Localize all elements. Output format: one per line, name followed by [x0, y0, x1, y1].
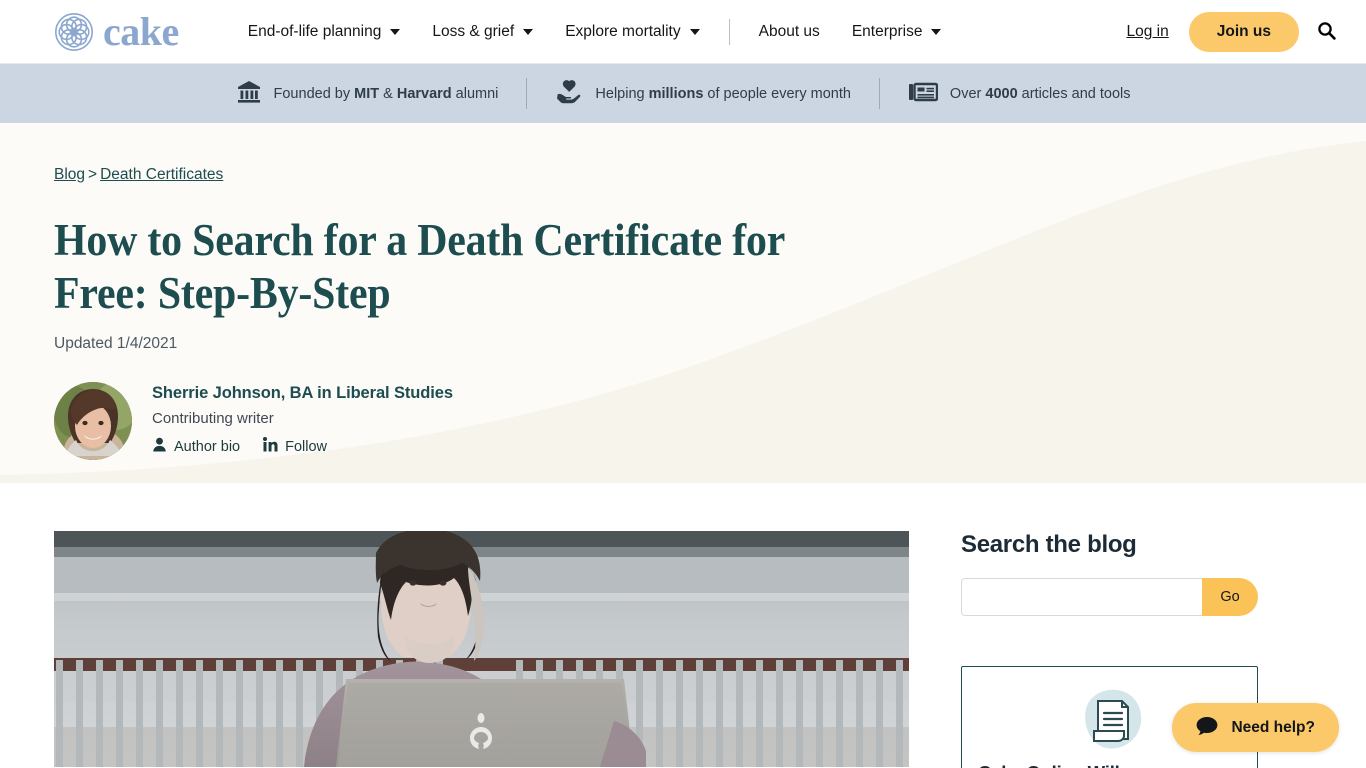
author-details: Sherrie Johnson, BA in Liberal Studies C…: [152, 382, 453, 456]
updated-date: Updated 1/4/2021: [54, 335, 178, 353]
search-blog-heading: Search the blog: [961, 531, 1137, 558]
trust-item-reach: Helping millions of people every month: [555, 79, 851, 109]
nav-item-end-of-life-planning[interactable]: End-of-life planning: [232, 23, 417, 41]
nav-item-explore-mortality[interactable]: Explore mortality: [549, 23, 715, 41]
author-role: Contributing writer: [152, 410, 274, 428]
author-bio-label: Author bio: [174, 438, 241, 455]
search-input[interactable]: [961, 578, 1202, 616]
hero-content: Blog > Death Certificates How to Search fo…: [0, 123, 1366, 461]
cake-logo-mark-icon: [54, 12, 94, 52]
follow-label: Follow: [285, 438, 328, 455]
trust-divider: [526, 78, 528, 109]
breadcrumb-separator: >: [88, 166, 98, 183]
hero-section: Blog > Death Certificates How to Search fo…: [0, 123, 1366, 483]
trust-item-founders: Founded by MIT & Harvard alumni: [236, 79, 499, 109]
search-icon: [1317, 21, 1336, 43]
search-go-button[interactable]: Go: [1202, 578, 1258, 616]
nav-label: Explore mortality: [565, 22, 681, 40]
chevron-down-icon: [931, 28, 942, 35]
nav-label: End-of-life planning: [247, 22, 382, 40]
cake-logo[interactable]: cake: [54, 8, 179, 54]
avatar: [54, 382, 132, 461]
page-title: How to Search for a Death Certificate fo…: [54, 215, 785, 318]
chevron-down-icon: [390, 28, 401, 35]
header-actions: Log in Join us: [1127, 11, 1347, 52]
heart-in-hand-icon: [555, 79, 583, 109]
nav-item-enterprise[interactable]: Enterprise: [836, 23, 958, 41]
chevron-down-icon: [523, 28, 534, 35]
articles-icon: [908, 81, 939, 107]
nav-label: Loss & grief: [432, 22, 515, 40]
author-block: Sherrie Johnson, BA in Liberal Studies C…: [54, 382, 1366, 461]
chat-bubble-icon: [1196, 716, 1218, 739]
trust-text: Over 4000 articles and tools: [949, 85, 1131, 102]
nav-label: About us: [758, 22, 820, 40]
breadcrumb-link-death-certificates[interactable]: Death Certificates: [100, 166, 223, 183]
trust-text: Helping millions of people every month: [595, 85, 851, 102]
article-column: [54, 531, 909, 767]
breadcrumb: Blog > Death Certificates: [54, 166, 1366, 184]
chevron-down-icon: [689, 28, 700, 35]
follow-link[interactable]: Follow: [263, 437, 327, 456]
header-search-button[interactable]: [1299, 15, 1346, 49]
promo-title: Cake Online Will: [978, 762, 1241, 768]
site-header: cake End-of-life planning Loss & grief E…: [0, 0, 1366, 64]
nav-item-loss-and-grief[interactable]: Loss & grief: [416, 23, 549, 41]
scroll-document-icon: [1076, 685, 1144, 758]
trust-item-articles: Over 4000 articles and tools: [908, 81, 1131, 107]
breadcrumb-link-blog[interactable]: Blog: [54, 166, 85, 183]
need-help-chat-button[interactable]: Need help?: [1172, 703, 1339, 752]
main-navigation: End-of-life planning Loss & grief Explor…: [232, 18, 958, 45]
nav-label: Enterprise: [851, 22, 923, 40]
nav-divider: [728, 18, 730, 45]
trust-bar: Founded by MIT & Harvard alumni Helping …: [0, 64, 1366, 123]
article-hero-image: [54, 531, 909, 767]
linkedin-icon: [263, 437, 278, 456]
author-name: Sherrie Johnson, BA in Liberal Studies: [152, 384, 453, 403]
trust-divider: [878, 78, 880, 109]
person-icon: [152, 437, 167, 456]
author-bio-link[interactable]: Author bio: [152, 437, 240, 456]
bank-icon: [236, 79, 262, 109]
nav-item-about-us[interactable]: About us: [743, 23, 836, 41]
cake-logo-text: cake: [103, 8, 179, 54]
trust-text: Founded by MIT & Harvard alumni: [273, 85, 499, 102]
page-content: Search the blog Go: [0, 483, 1366, 768]
login-link[interactable]: Log in: [1127, 23, 1169, 41]
author-links: Author bio Follow: [152, 437, 453, 456]
chat-label: Need help?: [1231, 718, 1315, 736]
join-us-button[interactable]: Join us: [1188, 11, 1299, 52]
blog-search-form: Go: [961, 578, 1258, 616]
